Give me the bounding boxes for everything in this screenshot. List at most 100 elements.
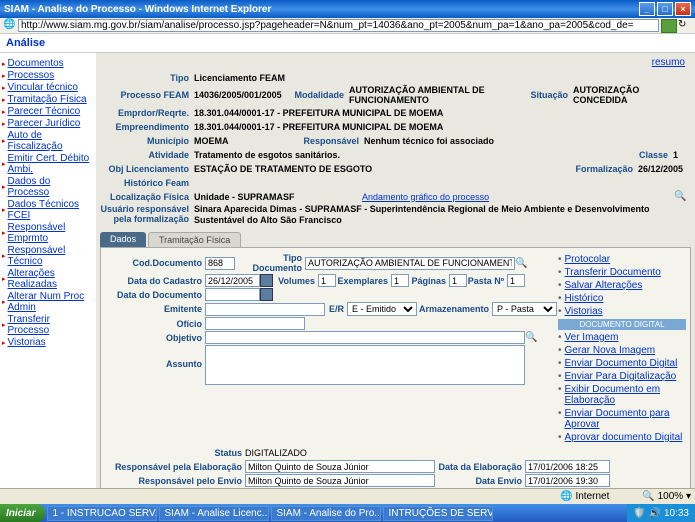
resp-envio-input[interactable] [245,474,435,487]
tipo-label: Tipo [100,73,192,83]
datacad-label: Data do Cadastro [105,276,205,286]
search-icon[interactable]: 🔍 [525,331,538,344]
calendar-icon[interactable] [260,274,273,287]
nav-item[interactable]: Alterar Num Proc Admin [2,291,94,313]
empreend-label: Empreendimento [100,122,192,132]
tray-icon[interactable]: 🔊 [649,508,661,519]
internet-zone: Internet [575,491,609,502]
modalidade-value: AUTORIZAÇÃO AMBIENTAL DE FUNCIONAMENTO [347,85,526,105]
nav-item[interactable]: Documentos [2,58,94,69]
tipodoc-input[interactable] [305,257,515,270]
usuario-label: Usuário responsável pela formalização [100,204,192,224]
calendar-icon[interactable] [260,288,273,301]
emitente-input[interactable] [205,303,325,316]
loc-label: Localização Física [100,192,192,202]
nav-item[interactable]: Vistorias [2,337,94,348]
resumo-link[interactable]: resumo [652,57,685,68]
maximize-button[interactable]: □ [657,2,673,16]
tab-dados[interactable]: Dados [100,232,146,247]
taskbar: Iniciar 1 - INSTRUCAO SERV... SIAM - Ana… [0,504,695,522]
nav-item[interactable]: Emitir Cert. Débito Ambi. [2,153,94,175]
close-button[interactable]: × [675,2,691,16]
nav-item[interactable]: Parecer Jurídico [2,118,94,129]
processo-value: 14036/2005/001/2005 [192,90,292,100]
address-bar: 🌐 http://www.siam.mg.gov.br/siam/analise… [0,18,695,34]
pasta-label: Pasta Nº [467,276,507,286]
municipio-label: Município [100,136,192,146]
classe-label: Classe [631,150,671,160]
situacao-value: AUTORIZAÇÃO CONCEDIDA [571,85,691,105]
nav-item[interactable]: Responsável Técnico [2,245,94,267]
nav-item[interactable]: Auto de Fiscalização [2,130,94,152]
oficio-input[interactable] [205,317,305,330]
action-link[interactable]: Exibir Documento em Elaboração [558,384,686,406]
andamento-link[interactable]: Andamento gráfico do processo [362,192,489,202]
er-select[interactable]: E - Emitido [347,302,417,316]
cod-input[interactable] [205,257,235,270]
nav-item[interactable]: Parecer Técnico [2,106,94,117]
emprdor-value: 18.301.044/0001-17 - PREFEITURA MUNICIPA… [192,108,691,118]
data-envio-input[interactable] [525,474,610,487]
search-icon[interactable]: 🔍 [515,257,528,270]
data-elab-input[interactable] [525,460,610,473]
pasta-input[interactable] [507,274,525,287]
action-link[interactable]: Vistorias [558,306,686,317]
start-button[interactable]: Iniciar [0,504,45,522]
zoom-level[interactable]: 🔍 100% ▾ [642,491,691,502]
tray-icon[interactable]: 🛡️ [633,508,645,519]
armazenamento-select[interactable]: P - Pasta [492,302,557,316]
situacao-label: Situação [526,90,571,100]
action-link[interactable]: Salvar Alterações [558,280,686,291]
nav-item[interactable]: Responsável Emprmto [2,222,94,244]
system-tray[interactable]: 🛡️ 🔊 10:33 [627,504,695,522]
action-link[interactable]: Protocolar [558,254,686,265]
nav-item[interactable]: Transferir Processo [2,314,94,336]
assunto-label: Assunto [105,359,205,369]
datacad-input[interactable] [205,274,260,287]
minimize-button[interactable]: _ [639,2,655,16]
nav-item[interactable]: Tramitação Física [2,94,94,105]
objetivo-input[interactable] [205,331,525,344]
refresh-icon[interactable]: ↻ [678,19,692,33]
paginas-input[interactable] [449,274,467,287]
assunto-textarea[interactable] [205,345,525,385]
datadoc-input[interactable] [205,288,260,301]
emitente-label: Emitente [105,304,205,314]
resp-elab-input[interactable] [245,460,435,473]
action-link[interactable]: Enviar Documento Digital [558,358,686,369]
nav-item[interactable]: Processos [2,70,94,81]
nav-item[interactable]: Vincular técnico [2,82,94,93]
taskbar-item[interactable]: 1 - INSTRUCAO SERV... [47,506,157,521]
action-link[interactable]: Ver Imagem [558,332,686,343]
globe-icon: 🌐 [560,491,572,502]
search-icon[interactable]: 🔍 [674,190,687,203]
objlic-label: Obj Licenciamento [100,164,192,174]
taskbar-item[interactable]: SIAM - Analise Licenc... [159,506,269,521]
go-button[interactable] [661,19,677,33]
volumes-input[interactable] [318,274,336,287]
status-value: DIGITALIZADO [245,448,307,458]
paginas-label: Páginas [409,276,449,286]
nav-item[interactable]: Alterações Realizadas [2,268,94,290]
action-link[interactable]: Transferir Documento [558,267,686,278]
action-link[interactable]: Enviar Para Digitalização [558,371,686,382]
nav-item[interactable]: Dados do Processo [2,176,94,198]
nav-item[interactable]: Dados Técnicos FCEI [2,199,94,221]
action-link[interactable]: Gerar Nova Imagem [558,345,686,356]
oficio-label: Ofício [105,319,205,329]
action-link[interactable]: Enviar Documento para Aprovar [558,408,686,430]
tab-tramitacao[interactable]: Tramitação Física [148,232,241,247]
loc-value: Unidade - SUPRAMASF [192,192,332,202]
taskbar-item[interactable]: INTRUÇÕES DE SERV... [383,506,493,521]
action-link[interactable]: Histórico [558,293,686,304]
action-link[interactable]: Aprovar documento Digital [558,432,686,443]
data-elab-label: Data da Elaboração [435,462,525,472]
tab-content: Cod.Documento Tipo Documento 🔍 Data do C… [100,247,691,505]
datadoc-label: Data do Documento [105,290,205,300]
responsavel-value: Nenhum técnico foi associado [362,136,691,146]
atividade-value: Tratamento de esgotos sanitários. [192,150,631,160]
emprdor-label: Emprdor/Reqrte. [100,108,192,118]
taskbar-item[interactable]: SIAM - Analise do Pro... [271,506,381,521]
exemplares-input[interactable] [391,274,409,287]
url-input[interactable]: http://www.siam.mg.gov.br/siam/analise/p… [18,19,659,32]
